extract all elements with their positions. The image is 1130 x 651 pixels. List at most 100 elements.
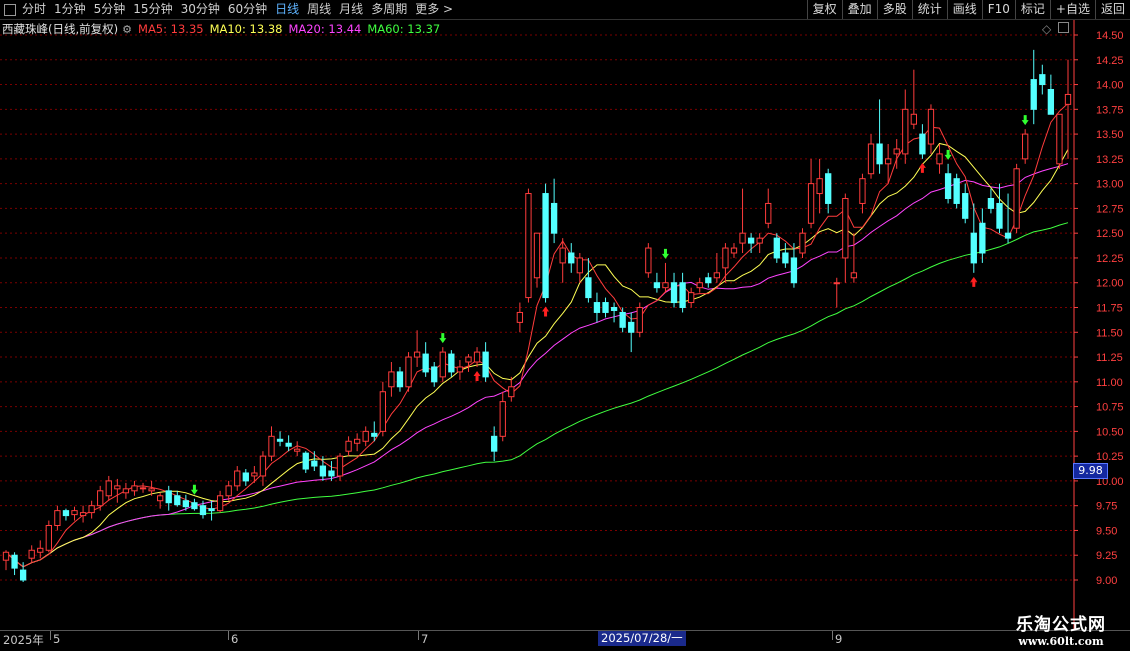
candle-body	[696, 282, 703, 289]
candle-body	[473, 351, 481, 363]
candle-body	[688, 292, 695, 304]
date-label-may: 5	[53, 632, 61, 646]
candle-body	[662, 282, 669, 289]
buy-arrow-icon	[473, 370, 481, 381]
candle-body	[396, 371, 404, 388]
candle-body	[54, 510, 61, 526]
candle-body	[319, 465, 327, 477]
candle-body	[910, 113, 917, 125]
date-label-year: 2025年	[3, 633, 44, 647]
candle-body	[876, 143, 883, 165]
candle-body	[645, 247, 652, 274]
candle-body	[568, 252, 575, 264]
candle-body	[431, 366, 438, 383]
candle-body	[294, 448, 301, 452]
candle-body	[79, 512, 87, 517]
candle-body	[679, 282, 686, 308]
candle-body	[311, 460, 318, 467]
price-axis-label: 12.25	[1096, 253, 1124, 265]
candle-body	[371, 432, 378, 437]
price-axis-label: 14.00	[1096, 80, 1124, 92]
candle-body	[491, 435, 498, 452]
ma20-line	[5, 163, 1069, 568]
candle-body	[1013, 168, 1020, 229]
candle-body	[722, 247, 729, 269]
candle-body	[1039, 74, 1046, 86]
candle-body	[268, 435, 275, 457]
price-axis-label: 11.25	[1096, 352, 1123, 364]
candle-body	[756, 237, 763, 244]
candle-body	[114, 485, 121, 490]
candle-body	[850, 272, 858, 279]
price-axis-label: 12.00	[1096, 278, 1124, 290]
candle-body	[302, 452, 309, 470]
candle-body	[842, 198, 849, 259]
candle-body	[251, 472, 258, 477]
candle-body	[379, 391, 386, 432]
candle-body	[328, 470, 335, 477]
candle-body	[970, 232, 977, 264]
ma5-line	[5, 103, 1069, 568]
candle-body	[944, 173, 952, 200]
candle-body	[37, 547, 44, 553]
candle-body	[208, 508, 215, 512]
candle-body	[1004, 232, 1012, 239]
candle-body	[867, 143, 875, 175]
watermark: 乐淘公式网 www.60lt.com	[1016, 610, 1106, 648]
candle-body	[593, 302, 601, 313]
price-axis-label: 9.50	[1096, 525, 1117, 537]
candle-body	[276, 438, 284, 442]
candle-body	[790, 257, 798, 284]
candle-body	[216, 495, 224, 512]
price-axis-label: 13.00	[1096, 179, 1124, 191]
candle-body	[336, 455, 344, 477]
candle-body	[653, 282, 661, 289]
candle-body	[902, 108, 909, 155]
date-axis: 2025年 5 6 7 2025/07/28/一 9	[0, 630, 1130, 651]
sell-arrow-icon	[190, 484, 198, 495]
candle-body	[174, 495, 181, 506]
price-axis-label: 11.75	[1096, 303, 1123, 315]
candle-body	[542, 193, 549, 299]
candle-body	[799, 232, 806, 254]
candle-body	[285, 442, 292, 447]
sell-arrow-icon	[661, 248, 669, 259]
date-label-sep: 9	[835, 632, 843, 646]
candle-body	[730, 247, 738, 254]
candle-body	[979, 222, 986, 254]
candle-body	[439, 351, 446, 378]
candle-body	[559, 247, 566, 264]
candle-body	[1056, 113, 1063, 165]
candle-body	[525, 193, 532, 299]
price-axis-label: 11.00	[1096, 377, 1123, 389]
watermark-url: www.60lt.com	[1018, 635, 1104, 648]
candle-body	[533, 232, 541, 279]
candle-body	[739, 232, 746, 244]
candle-body	[165, 490, 172, 504]
buy-arrow-icon	[918, 162, 926, 173]
price-axis-label: 14.25	[1096, 55, 1124, 67]
candlestick-chart[interactable]: 14.50 14.25 14.00 13.75 13.50 13.25 13.00 12.75…	[0, 0, 1130, 630]
candle-body	[388, 371, 395, 388]
candle-body	[1022, 133, 1029, 160]
cursor-price-label: 9.98	[1073, 463, 1108, 479]
sell-arrow-icon	[1021, 115, 1029, 126]
candle-body	[1030, 79, 1037, 110]
date-tick	[228, 631, 229, 640]
candle-body	[765, 202, 772, 224]
date-tick	[832, 631, 833, 640]
candle-body	[825, 173, 832, 204]
candle-body	[131, 485, 138, 492]
price-axis-label: 13.50	[1096, 129, 1124, 141]
price-axis-label: 13.25	[1096, 154, 1124, 166]
candle-body	[139, 487, 147, 490]
price-axis-label: 14.50	[1096, 30, 1124, 42]
price-axis-label: 11.50	[1096, 327, 1123, 339]
candle-body	[516, 311, 524, 323]
candle-body	[482, 351, 489, 378]
candle-body	[405, 356, 412, 388]
candle-body	[413, 351, 421, 358]
candle-body	[259, 455, 267, 477]
price-axis-label: 10.75	[1096, 402, 1124, 414]
candle-body	[962, 193, 969, 219]
